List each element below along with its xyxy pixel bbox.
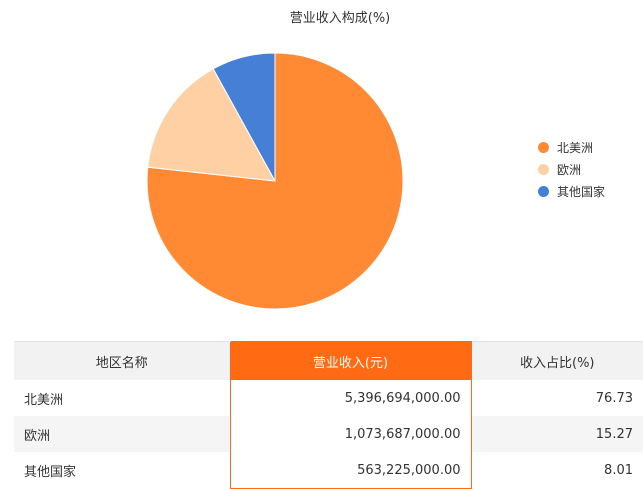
cell-revenue: 1,073,687,000.00 bbox=[229, 416, 472, 452]
legend-swatch-icon bbox=[538, 141, 549, 153]
table-header-row: 地区名称 营业收入(元) 收入占比(%) bbox=[14, 341, 643, 380]
legend-item-north-america[interactable]: 北美洲 bbox=[538, 136, 605, 158]
cell-region: 北美洲 bbox=[14, 380, 230, 416]
legend-swatch-icon bbox=[538, 185, 549, 197]
table-row: 其他国家 563,225,000.00 8.01 bbox=[14, 452, 643, 489]
chart-legend: 北美洲 欧洲 其他国家 bbox=[538, 136, 605, 202]
cell-share: 15.27 bbox=[471, 416, 643, 452]
column-header-region[interactable]: 地区名称 bbox=[14, 341, 230, 380]
column-header-revenue[interactable]: 营业收入(元) bbox=[229, 341, 472, 380]
legend-label: 欧洲 bbox=[557, 162, 582, 177]
cell-region: 欧洲 bbox=[14, 416, 230, 452]
cell-share: 8.01 bbox=[471, 452, 643, 489]
cell-region: 其他国家 bbox=[14, 452, 230, 489]
revenue-table-container: 地区名称 营业收入(元) 收入占比(%) 北美洲 5,396,694,000.0… bbox=[14, 341, 643, 489]
legend-item-other-countries[interactable]: 其他国家 bbox=[538, 180, 605, 202]
revenue-table: 地区名称 营业收入(元) 收入占比(%) 北美洲 5,396,694,000.0… bbox=[14, 341, 643, 489]
legend-item-europe[interactable]: 欧洲 bbox=[538, 158, 605, 180]
table-row: 北美洲 5,396,694,000.00 76.73 bbox=[14, 380, 643, 416]
cell-revenue: 5,396,694,000.00 bbox=[229, 380, 472, 416]
cell-revenue: 563,225,000.00 bbox=[229, 452, 472, 489]
revenue-pie-chart: 营业收入构成(%) 北美洲 欧洲 其他国家 bbox=[0, 0, 643, 330]
legend-label: 其他国家 bbox=[557, 184, 606, 199]
table-row: 欧洲 1,073,687,000.00 15.27 bbox=[14, 416, 643, 452]
legend-swatch-icon bbox=[538, 163, 549, 175]
cell-share: 76.73 bbox=[471, 380, 643, 416]
column-header-share[interactable]: 收入占比(%) bbox=[471, 341, 643, 380]
legend-label: 北美洲 bbox=[557, 140, 594, 155]
